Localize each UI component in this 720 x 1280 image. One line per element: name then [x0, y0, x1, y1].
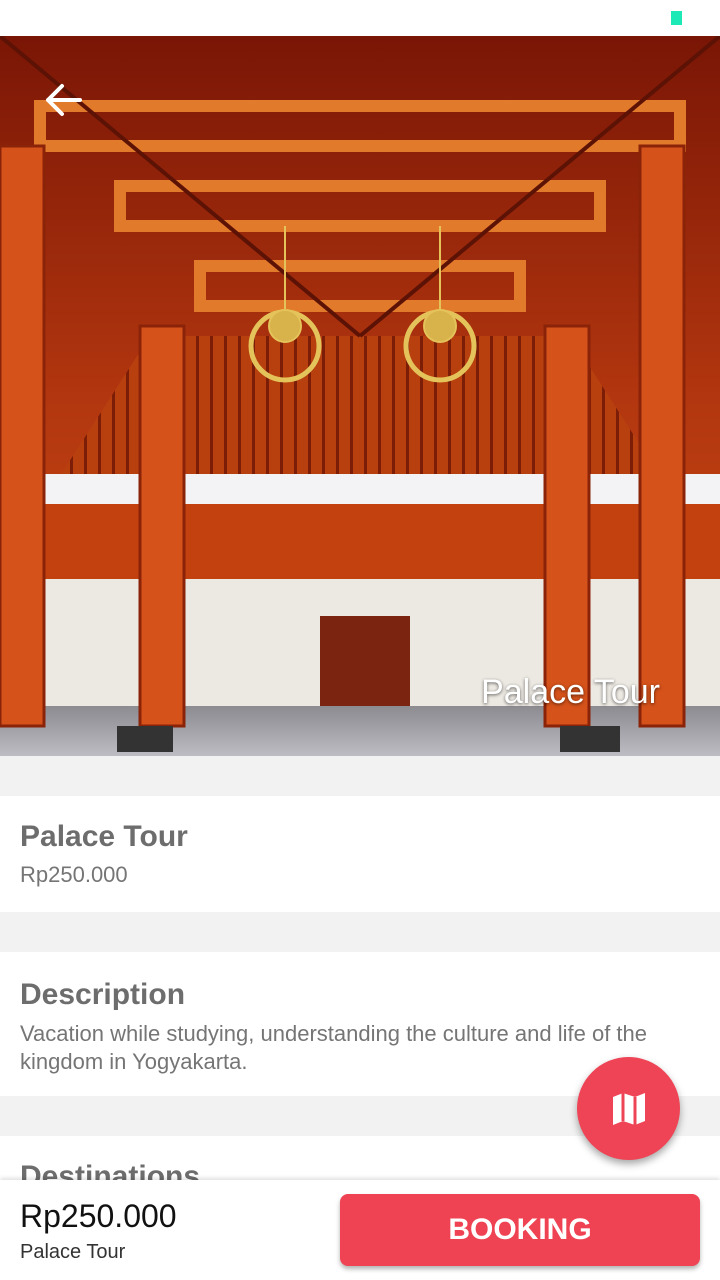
back-button[interactable]: [36, 76, 92, 124]
status-bar: [0, 0, 720, 36]
bottom-bar: Rp250.000 Palace Tour BOOKING: [0, 1180, 720, 1280]
map-icon: [612, 1092, 645, 1125]
tour-info-card: Palace Tour Rp250.000: [0, 796, 720, 912]
arrow-left-icon: [46, 84, 82, 116]
status-indicator-icon: [671, 11, 682, 25]
map-button[interactable]: [577, 1057, 680, 1160]
palace-illustration: [0, 36, 720, 756]
bottom-tour-name: Palace Tour: [20, 1241, 126, 1263]
booking-button[interactable]: BOOKING: [340, 1194, 700, 1266]
description-heading: Description: [20, 978, 186, 1011]
tour-price: Rp250.000: [20, 862, 128, 887]
bottom-price: Rp250.000: [20, 1198, 177, 1234]
tour-title: Palace Tour: [20, 820, 188, 853]
hero-image: Palace Tour: [0, 36, 720, 756]
hero-title: Palace Tour: [481, 673, 660, 711]
